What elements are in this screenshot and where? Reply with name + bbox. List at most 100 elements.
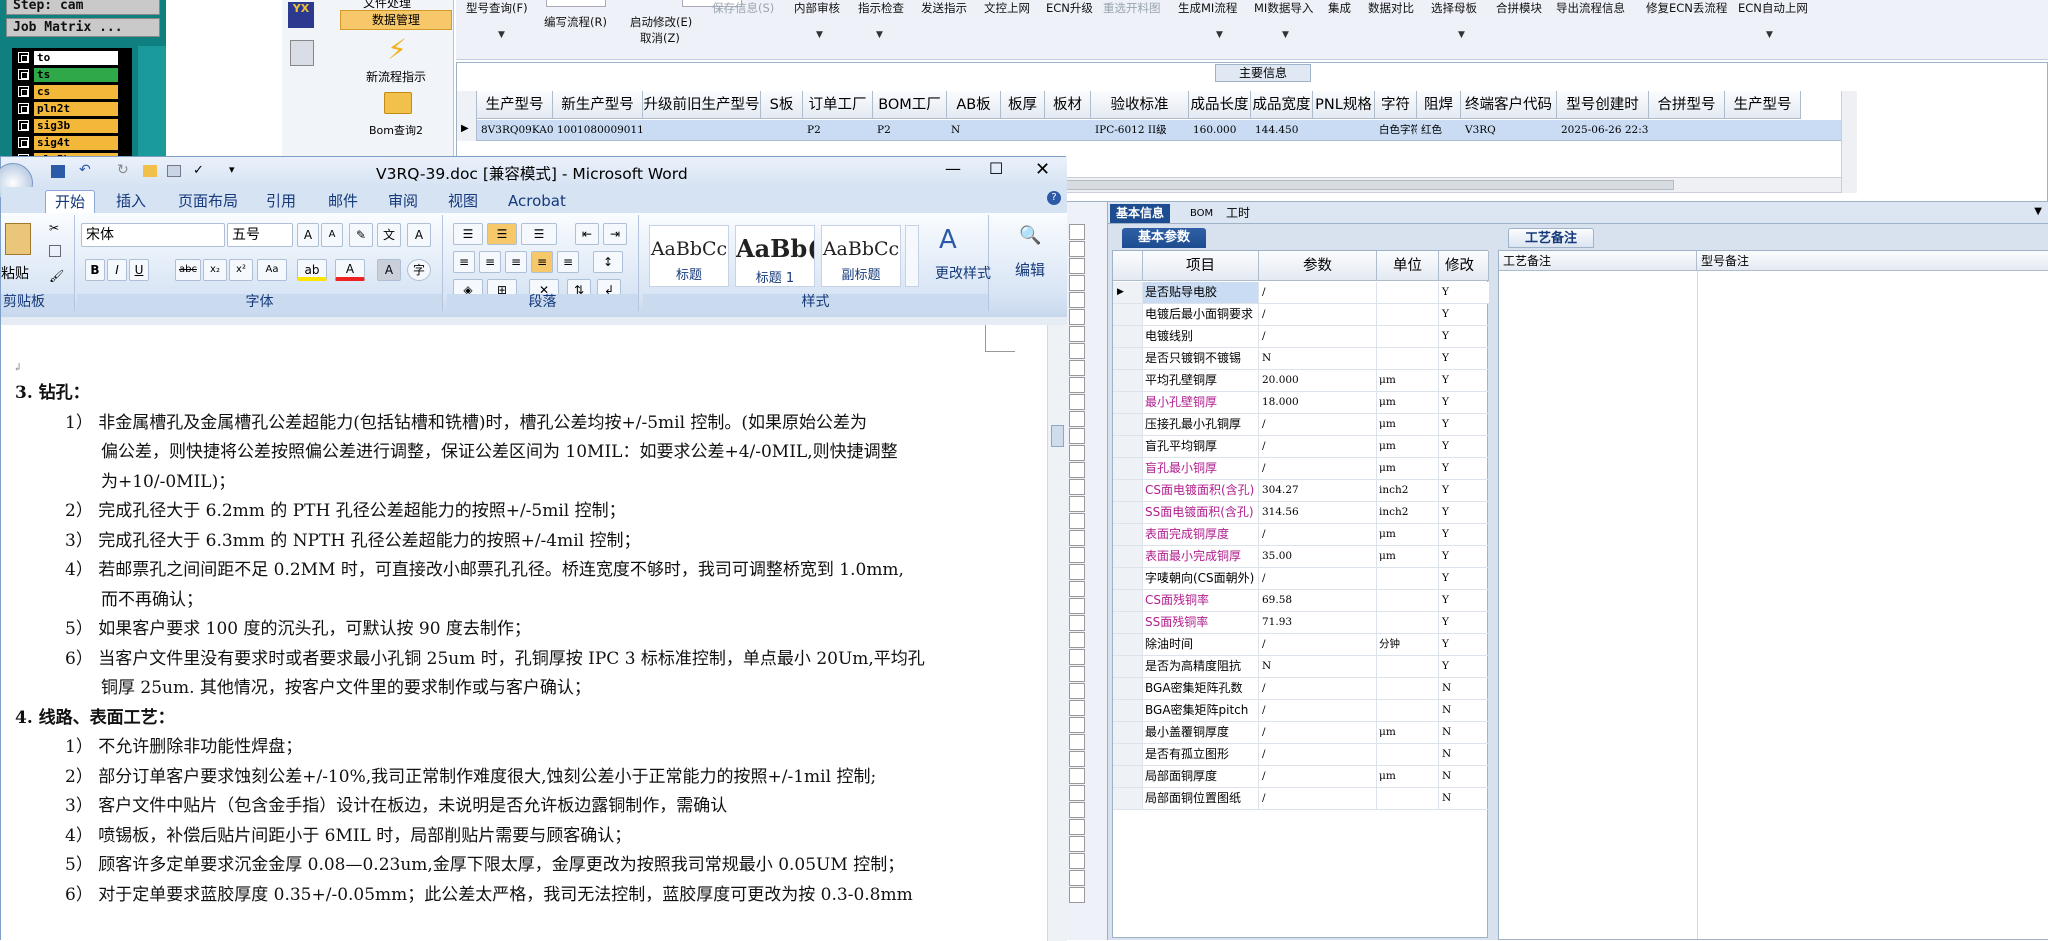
column-header[interactable]: 型号创建时 bbox=[1557, 91, 1649, 119]
layer-row[interactable]: sig3b bbox=[14, 118, 130, 133]
param-mod[interactable]: Y bbox=[1439, 612, 1489, 633]
table-cell[interactable]: N bbox=[949, 120, 1001, 141]
tab-home[interactable]: 开始 bbox=[45, 190, 96, 214]
row-header[interactable] bbox=[1113, 546, 1143, 567]
param-value[interactable]: / bbox=[1259, 568, 1377, 589]
customize-icon[interactable]: ▾ bbox=[229, 163, 235, 176]
param-unit[interactable] bbox=[1377, 700, 1439, 721]
tab-layout[interactable]: 页面布局 bbox=[169, 190, 247, 212]
char-shading-icon[interactable]: A bbox=[377, 259, 401, 281]
row-header[interactable] bbox=[1113, 590, 1143, 611]
row-header[interactable] bbox=[1113, 370, 1143, 391]
param-unit[interactable]: μm bbox=[1377, 436, 1439, 457]
param-mod[interactable]: N bbox=[1439, 766, 1489, 787]
maximize-icon[interactable]: ☐ bbox=[989, 159, 1003, 178]
param-value[interactable]: N bbox=[1259, 656, 1377, 677]
param-mod[interactable]: N bbox=[1439, 788, 1489, 809]
param-row[interactable]: 是否有孤立图形 / N bbox=[1113, 744, 1489, 766]
tab-craft-notes[interactable]: 工艺备注 bbox=[1508, 228, 1595, 248]
spell-icon[interactable]: ✓ bbox=[193, 163, 204, 178]
param-unit[interactable]: μm bbox=[1377, 722, 1439, 743]
param-value[interactable]: / bbox=[1259, 414, 1377, 435]
param-value[interactable]: / bbox=[1259, 524, 1377, 545]
find-icon[interactable]: 🔍 bbox=[1019, 225, 1041, 246]
chevron-down-icon[interactable]: ▼ bbox=[1766, 30, 1773, 40]
param-row[interactable]: CS面残铜率 69.58 Y bbox=[1113, 590, 1489, 612]
edit-label[interactable]: 编辑 bbox=[1015, 259, 1045, 280]
table-cell[interactable]: IPC-6012 II级 bbox=[1093, 120, 1189, 141]
param-mod[interactable]: Y bbox=[1439, 414, 1489, 435]
param-row[interactable]: 除油时间 / 分钟 Y bbox=[1113, 634, 1489, 656]
multilevel-icon[interactable]: ☰ bbox=[521, 223, 557, 245]
param-row[interactable]: 表面最小完成铜厚 35.00 μm Y bbox=[1113, 546, 1489, 568]
param-mod[interactable]: N bbox=[1439, 744, 1489, 765]
param-value[interactable]: / bbox=[1259, 304, 1377, 325]
superscript-icon[interactable]: x² bbox=[229, 259, 253, 281]
param-row[interactable]: 电镀后最小面铜要求 / Y bbox=[1113, 304, 1489, 326]
styles-scroll[interactable] bbox=[905, 225, 919, 287]
param-row[interactable]: 平均孔壁铜厚 20.000 μm Y bbox=[1113, 370, 1489, 392]
table-cell[interactable]: P2 bbox=[805, 120, 873, 141]
column-header[interactable]: 验收标准 bbox=[1091, 91, 1189, 119]
row-header[interactable] bbox=[1113, 524, 1143, 545]
doc-line[interactable]: 2） 完成孔径大于 6.2mm 的 PTH 孔径公差超能力的按照+/-5mil … bbox=[65, 499, 626, 523]
row-header[interactable] bbox=[1113, 788, 1143, 809]
param-mod[interactable]: Y bbox=[1439, 634, 1489, 655]
column-header[interactable]: 合拼型号 bbox=[1649, 91, 1725, 119]
bold-icon[interactable]: B bbox=[85, 259, 105, 281]
layer-row[interactable]: to bbox=[14, 50, 130, 65]
param-value[interactable]: / bbox=[1259, 788, 1377, 809]
column-header[interactable]: 生产型号 bbox=[477, 91, 553, 119]
param-mod[interactable]: Y bbox=[1439, 524, 1489, 545]
doc-line[interactable]: 6） 对于定单要求蓝胶厚度 0.35+/-0.05mm；此公差太严格，我司无法控… bbox=[65, 883, 913, 907]
btn-fix-ecn[interactable]: 修复ECN丢流程 bbox=[1646, 0, 1727, 16]
phonetic-icon[interactable]: 文 bbox=[377, 223, 401, 247]
layer-row[interactable]: ts bbox=[14, 67, 130, 82]
numbering-icon[interactable]: ☰ bbox=[487, 223, 517, 245]
tab-mailings[interactable]: 邮件 bbox=[319, 190, 367, 212]
chevron-down-icon[interactable]: ▼ bbox=[816, 30, 823, 40]
col-unit[interactable]: 单位 bbox=[1377, 251, 1439, 281]
param-value[interactable]: / bbox=[1259, 282, 1377, 303]
doc-line[interactable]: 偏公差，则快捷将公差按照偏公差进行调整，保证公差区间为 10MIL：如要求公差+… bbox=[101, 440, 898, 464]
param-row[interactable]: ▶ 是否贴导电胶 / Y bbox=[1113, 282, 1489, 304]
param-row[interactable]: 压接孔最小孔铜厚 / μm Y bbox=[1113, 414, 1489, 436]
flow-lightning-icon[interactable]: ⚡ bbox=[382, 34, 412, 66]
doc-line[interactable]: 铜厚 25um. 其他情况，按客户文件里的要求制作或与客户确认； bbox=[101, 676, 591, 700]
param-row[interactable]: 盲孔平均铜厚 / μm Y bbox=[1113, 436, 1489, 458]
param-row[interactable]: 最小盖覆铜厚度 / μm N bbox=[1113, 722, 1489, 744]
param-unit[interactable] bbox=[1377, 568, 1439, 589]
column-header[interactable]: PNL规格 bbox=[1313, 91, 1375, 119]
param-mod[interactable]: N bbox=[1439, 700, 1489, 721]
doc-line[interactable]: 4） 喷锡板，补偿后贴片间距小于 6MIL 时，局部削贴片需要与顾客确认； bbox=[65, 824, 631, 848]
param-mod[interactable]: Y bbox=[1439, 282, 1489, 303]
table-cell[interactable]: 白色字符 bbox=[1377, 120, 1417, 141]
param-mod[interactable]: Y bbox=[1439, 590, 1489, 611]
table-cell[interactable]: V3RQ bbox=[1463, 120, 1557, 141]
table-cell[interactable] bbox=[1003, 120, 1045, 141]
param-row[interactable]: BGA密集矩阵pitch / N bbox=[1113, 700, 1489, 722]
align-right-icon[interactable]: ≡ bbox=[505, 251, 527, 273]
tool-new-flow[interactable]: 新流程指示 bbox=[340, 68, 452, 85]
table-cell[interactable] bbox=[1047, 120, 1091, 141]
param-row[interactable]: 最小孔壁铜厚 18.000 μm Y bbox=[1113, 392, 1489, 414]
highlight-icon[interactable]: ab bbox=[297, 259, 327, 281]
row-header[interactable] bbox=[1113, 722, 1143, 743]
doc-section-heading[interactable]: 3. 钻孔： bbox=[15, 381, 90, 405]
chevron-down-icon[interactable]: ▼ bbox=[876, 30, 883, 40]
param-row[interactable]: SS面电镀面积(含孔) 314.56 inch2 Y bbox=[1113, 502, 1489, 524]
col-craft-note[interactable]: 工艺备注 bbox=[1499, 251, 1697, 271]
column-header[interactable]: 升级前旧生产型号 bbox=[643, 91, 761, 119]
toolbar-field-1[interactable] bbox=[546, 0, 606, 7]
row-header[interactable] bbox=[1113, 766, 1143, 787]
char-border-icon[interactable]: A bbox=[407, 223, 431, 247]
tab-acrobat[interactable]: Acrobat bbox=[499, 190, 575, 212]
layer-checkbox[interactable] bbox=[18, 103, 29, 114]
column-header[interactable]: AB板 bbox=[947, 91, 1001, 119]
param-unit[interactable] bbox=[1377, 656, 1439, 677]
table-cell[interactable]: 10010800090110 bbox=[555, 120, 643, 141]
param-value[interactable]: 20.000 bbox=[1259, 370, 1377, 391]
param-value[interactable]: / bbox=[1259, 678, 1377, 699]
param-mod[interactable]: N bbox=[1439, 722, 1489, 743]
doc-line[interactable]: 1） 不允许删除非功能性焊盘； bbox=[65, 735, 302, 759]
